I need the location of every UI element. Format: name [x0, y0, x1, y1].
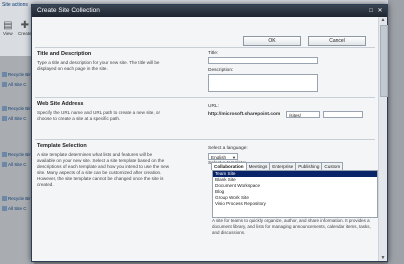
list-item: All Site C — [2, 162, 27, 168]
section-heading: Web Site Address — [37, 101, 84, 107]
section-description: Specify the URL name and URL path to cre… — [37, 110, 160, 121]
maximize-icon[interactable]: □ — [367, 7, 375, 15]
title-input[interactable] — [208, 57, 318, 64]
site-icon — [2, 106, 7, 112]
section-description: A site template determines what lists an… — [37, 152, 170, 187]
view-icon: ▤ — [3, 20, 13, 31]
scroll-down-icon[interactable]: ▼ — [380, 255, 386, 261]
site-icon — [2, 162, 7, 168]
dialog-scrollbar[interactable]: ▲ ▼ — [378, 17, 388, 261]
list-item[interactable]: Visio Process Repository — [213, 201, 377, 207]
dialog-body: OK Cancel Title and Description Type a t… — [32, 17, 388, 261]
url-label: URL: — [208, 104, 219, 109]
section-heading: Title and Description — [37, 51, 92, 57]
tab-custom[interactable]: Custom — [321, 162, 344, 170]
web-address-section: Web Site Address Specify the URL name an… — [35, 97, 375, 138]
create-site-collection-dialog: Create Site Collection □ ✕ OK Cancel Tit… — [31, 4, 388, 262]
list-item: All Site C — [2, 82, 27, 88]
scrollbar-thumb[interactable] — [380, 25, 388, 97]
language-label: Select a language: — [208, 146, 248, 151]
background-list: Recycle Bin All Site C Recycle Bin All S… — [0, 56, 34, 264]
background-view-button[interactable]: ▤ View — [3, 20, 13, 36]
site-icon — [2, 116, 7, 122]
list-item: Recycle Bin — [2, 196, 32, 202]
create-icon: ✚ — [20, 20, 29, 31]
site-icon — [2, 72, 7, 78]
list-item: All Site C — [2, 206, 27, 212]
url-path-select[interactable]: /sites/ — [286, 111, 320, 118]
background-site-title: Site actions — [2, 2, 28, 8]
dialog-title: Create Site Collection — [37, 7, 100, 14]
template-listbox[interactable]: Team Site Blank Site Document Workspace … — [212, 170, 378, 218]
list-item: Recycle Bin — [2, 152, 32, 158]
background-right-panel — [388, 0, 404, 264]
site-icon — [2, 206, 7, 212]
tab-collaboration[interactable]: Collaboration — [211, 162, 247, 170]
list-item: All Site C — [2, 116, 27, 122]
chevron-down-icon: ▼ — [232, 155, 236, 160]
tab-meetings[interactable]: Meetings — [245, 162, 271, 170]
title-label: Title: — [208, 51, 219, 56]
site-icon — [2, 196, 7, 202]
cancel-button[interactable]: Cancel — [308, 36, 366, 46]
section-description: Type a title and description for your ne… — [37, 60, 160, 71]
background-create-button[interactable]: ✚ Create — [18, 20, 32, 36]
template-tabs: Collaboration Meetings Enterprise Publishin… — [211, 162, 344, 170]
section-heading: Template Selection — [37, 143, 87, 149]
url-name-input[interactable] — [323, 111, 363, 118]
site-icon — [2, 82, 7, 88]
template-description: A site for teams to quickly organize, au… — [212, 218, 371, 235]
title-description-section: Title and Description Type a title and d… — [35, 47, 375, 92]
dialog-titlebar: Create Site Collection □ ✕ — [32, 5, 387, 17]
tab-enterprise[interactable]: Enterprise — [269, 162, 297, 170]
url-prefix: http://microsoft.sharepoint.com — [208, 112, 281, 117]
ok-button[interactable]: OK — [243, 36, 301, 46]
close-icon[interactable]: ✕ — [376, 7, 384, 15]
list-item: Recycle Bin — [2, 72, 32, 78]
tab-publishing[interactable]: Publishing — [295, 162, 323, 170]
list-item: Recycle Bin — [2, 106, 32, 112]
site-icon — [2, 152, 7, 158]
description-label: Description: — [208, 68, 234, 73]
language-select[interactable]: English ▼ — [208, 153, 238, 160]
scroll-up-icon[interactable]: ▲ — [380, 17, 386, 23]
description-textarea[interactable] — [208, 74, 318, 92]
